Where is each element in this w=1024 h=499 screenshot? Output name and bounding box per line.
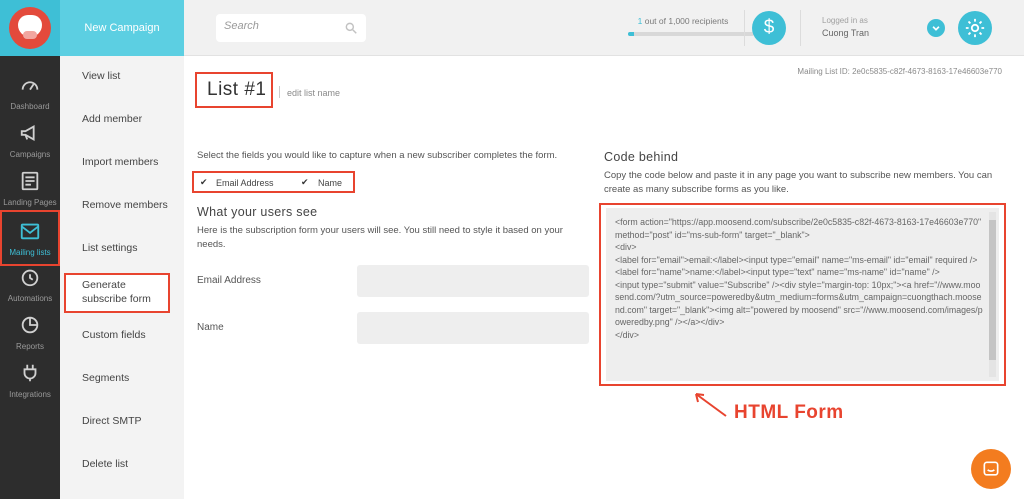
header-divider <box>744 10 745 46</box>
user-name[interactable]: Cuong Tran <box>822 28 869 38</box>
sidebar-label-automations: Automations <box>7 294 53 303</box>
subnav-view-list[interactable]: View list <box>82 69 120 83</box>
landing-page-icon <box>21 171 39 191</box>
page-title: List #1 <box>207 79 267 100</box>
dollar-icon: $ <box>763 17 775 38</box>
logged-in-label: Logged in as <box>822 16 868 25</box>
sidebar-label-landing-pages: Landing Pages <box>3 198 57 207</box>
subnav-segments[interactable]: Segments <box>82 371 129 385</box>
preview-email-input[interactable] <box>357 265 589 297</box>
clock-icon <box>21 269 39 287</box>
new-campaign-button[interactable]: New Campaign <box>60 0 184 56</box>
recipients-progress-fill <box>628 32 635 36</box>
subnav-delete-list[interactable]: Delete list <box>82 457 128 471</box>
preview-name-input[interactable] <box>357 312 589 344</box>
pie-chart-icon <box>21 316 39 334</box>
subnav-remove-members[interactable]: Remove members <box>82 198 168 212</box>
search-input[interactable] <box>224 20 339 32</box>
code-scrollbar-thumb[interactable] <box>989 220 996 360</box>
chat-button[interactable] <box>971 449 1011 489</box>
checkmark-icon[interactable]: ✔ <box>301 177 309 188</box>
annotation-arrow-icon <box>695 393 727 417</box>
sidebar-label-integrations: Integrations <box>9 390 51 399</box>
checkmark-icon[interactable]: ✔ <box>200 177 208 188</box>
sidebar-label-campaigns: Campaigns <box>9 150 51 159</box>
embed-code-textarea[interactable]: <form action="https://app.moosend.com/su… <box>606 208 999 381</box>
annotation-label: HTML Form <box>734 402 844 423</box>
logo[interactable] <box>0 0 60 56</box>
user-menu-button[interactable] <box>927 19 945 37</box>
mail-list-icon <box>20 223 40 240</box>
users-see-description: Here is the subscription form your users… <box>197 225 563 250</box>
field-checkbox-name[interactable]: Name <box>318 178 342 188</box>
sidebar-item-landing-pages[interactable]: Landing Pages <box>0 160 60 216</box>
subnav-import-members[interactable]: Import members <box>82 155 158 169</box>
chat-bubble-icon <box>983 461 999 476</box>
gear-icon <box>965 18 985 38</box>
sidebar-label-dashboard: Dashboard <box>10 102 50 111</box>
sidebar-label-reports: Reports <box>15 342 44 351</box>
main-sidebar: Dashboard Campaigns Landing Pages Mailin… <box>0 0 60 499</box>
field-checkbox-email[interactable]: Email Address <box>216 178 274 188</box>
billing-button[interactable]: $ <box>752 11 786 45</box>
recipients-text: out of 1,000 recipients <box>642 16 729 26</box>
title-divider <box>279 86 280 98</box>
header-divider <box>800 10 801 46</box>
mailing-list-id: Mailing List ID: 2e0c5835-c82f-4673-8163… <box>797 67 1002 76</box>
preview-name-label: Name <box>197 322 224 333</box>
chevron-down-icon <box>932 26 940 31</box>
code-behind-heading: Code behind <box>604 150 679 164</box>
megaphone-icon <box>20 125 35 141</box>
search-icon[interactable] <box>344 21 358 35</box>
subnav-custom-fields[interactable]: Custom fields <box>82 328 146 342</box>
embed-code-text[interactable]: <form action="https://app.moosend.com/su… <box>615 216 983 378</box>
sidebar-item-integrations[interactable]: Integrations <box>0 352 60 408</box>
recipients-usage: 1 out of 1,000 recipients <box>628 16 738 26</box>
settings-button[interactable] <box>958 11 992 45</box>
select-fields-instructions: Select the fields you would like to capt… <box>197 150 558 161</box>
search-box <box>216 14 366 42</box>
edit-list-name-link[interactable]: edit list name <box>287 88 340 98</box>
subnav-direct-smtp[interactable]: Direct SMTP <box>82 414 142 428</box>
gauge-icon <box>21 81 39 91</box>
subnav-add-member[interactable]: Add member <box>82 112 142 126</box>
subnav-generate-subscribe-form[interactable]: Generate subscribe form <box>82 278 151 306</box>
moosend-cow-logo-icon <box>9 7 51 49</box>
app: Dashboard Campaigns Landing Pages Mailin… <box>0 0 1024 499</box>
preview-email-label: Email Address <box>197 275 261 286</box>
plug-icon <box>23 364 37 382</box>
users-see-heading: What your users see <box>197 205 318 219</box>
subnav-list-settings[interactable]: List settings <box>82 241 137 255</box>
recipients-progress-bar <box>628 32 754 36</box>
top-header: 1 out of 1,000 recipients $ Logged in as… <box>184 0 1024 56</box>
code-behind-description: Copy the code below and paste it in any … <box>604 170 993 195</box>
code-scrollbar[interactable] <box>989 212 996 377</box>
